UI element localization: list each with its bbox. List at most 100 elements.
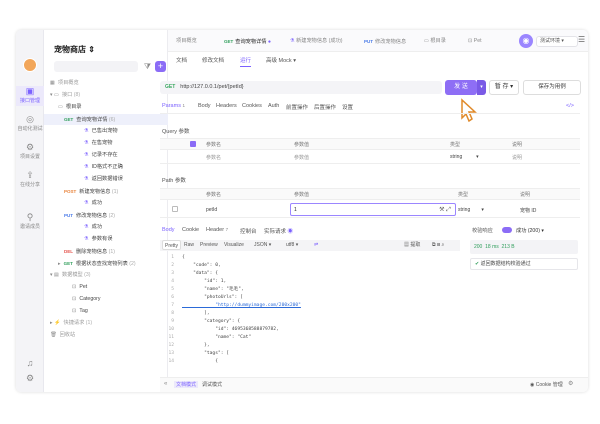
tab-resp-console[interactable]: 控制台 <box>240 227 257 235</box>
tab-params[interactable]: Params 1 <box>162 103 185 109</box>
sidebar-item-api[interactable]: DEL 删除宠物信息 (1) <box>44 246 168 257</box>
project-title[interactable]: 宠物商店 ⇕ <box>54 44 95 55</box>
query-select-all-checkbox[interactable] <box>190 141 196 147</box>
sidebar-item-model[interactable]: ⊡ Pet <box>44 282 168 293</box>
debug-mode-button[interactable]: 调试模式 <box>202 381 222 388</box>
add-button[interactable]: + <box>155 61 166 72</box>
share-icon: ⇪ <box>26 170 34 180</box>
param-name-input[interactable]: 参数名 <box>206 154 221 161</box>
collapse-icon[interactable]: « <box>164 381 167 387</box>
param-desc-input[interactable]: 说明 <box>512 154 522 161</box>
param-type-select[interactable]: string ▾ <box>450 154 479 160</box>
sidebar-item-apis[interactable]: ▾ ▭ 接口 (8) <box>44 90 168 101</box>
tab-put-pet[interactable]: PUT 修改宠物信息 <box>364 36 406 47</box>
tab-doc[interactable]: 文档 <box>176 56 187 64</box>
code-line[interactable]: "http://dummyimage.com/200x200" <box>182 302 301 310</box>
tab-cookies[interactable]: Cookies <box>242 103 262 109</box>
url-input[interactable]: GET http://127.0.0.1/pet/{petId} <box>160 81 442 94</box>
sidebar-item-case[interactable]: ⚗ 参数有误 <box>44 234 168 245</box>
sidebar-item-case[interactable]: ⚗ 记录不存在 <box>44 150 168 161</box>
env-icon[interactable]: ◉ <box>519 34 533 48</box>
tab-pre-ops[interactable]: 前置操作 <box>286 103 308 111</box>
wrap-icon[interactable]: ⇌ <box>312 240 320 250</box>
avatar[interactable] <box>23 58 37 72</box>
filter-icon[interactable]: ⧩ <box>142 61 153 72</box>
json-select[interactable]: JSON ▾ <box>252 240 273 250</box>
format-pretty[interactable]: Pretty <box>162 240 182 250</box>
tab-post-ops[interactable]: 后置操作 <box>314 103 336 111</box>
sidebar-item-root[interactable]: ▭ 根目录 <box>44 102 168 113</box>
check-icon: ✔ <box>475 261 480 267</box>
doc-mode-button[interactable]: 文档模式 <box>174 381 199 388</box>
tab-auth[interactable]: Auth <box>268 103 279 109</box>
sidebar-item-case[interactable]: ⚗ 成功 <box>44 222 168 233</box>
sidebar-item-api[interactable]: POST 新建宠物信息 (1) <box>44 186 168 197</box>
save-button[interactable]: 暂 存 ▾ <box>489 80 519 95</box>
sidebar-item-models[interactable]: ▾ ▤ 数据模型 (3) <box>44 270 168 281</box>
sidebar-item-case[interactable]: ⚗ 在售宠物 <box>44 138 168 149</box>
validate-status[interactable]: 成功 (200) ▾ <box>516 227 544 234</box>
param-value-input[interactable]: 参数值 <box>294 154 309 161</box>
response-code[interactable]: 1{ 2 "code": 0, 3 "data": { 4 "id": 1, 5… <box>160 254 460 374</box>
sidebar: 宠物商店 ⇕ ⧩ + ▦ 项目概览 ▾ ▭ 接口 (8) ▭ 根目录 GET 查询宠物详… <box>44 30 168 392</box>
format-raw[interactable]: Raw <box>182 240 196 250</box>
rail-item-invite[interactable]: ⚲ 邀请成员 <box>16 212 44 232</box>
tab-resp-header[interactable]: Header 7 <box>206 227 228 233</box>
col-value: 参数值 <box>294 142 310 148</box>
sidebar-item-case[interactable]: ⚗ 已售出宠物 <box>44 126 168 137</box>
sidebar-item-quick[interactable]: ▸ ⚡ 快捷请求 (1) <box>44 318 168 329</box>
rail-item-share[interactable]: ⇪ 在线分享 <box>16 170 44 190</box>
magic-icon[interactable]: ⚒ ⤢ <box>439 206 451 214</box>
tab-edit-doc[interactable]: 修改文档 <box>202 56 224 64</box>
rail-item-test[interactable]: ◎ 自动化测试 <box>16 114 44 134</box>
tab-mock[interactable]: 高级 Mock ▾ <box>266 56 296 64</box>
path-row-checkbox[interactable] <box>172 206 178 212</box>
tab-resp-actual[interactable]: 实际请求 ◉ <box>264 227 293 235</box>
sidebar-item-model[interactable]: ⊡ Category <box>44 294 168 305</box>
validate-toggle[interactable] <box>502 227 512 233</box>
tab-root[interactable]: ▭ 根目录 <box>424 36 446 47</box>
send-options-button[interactable]: ▾ <box>477 80 486 95</box>
path-desc-input[interactable]: 宠物 ID <box>520 207 536 214</box>
tab-resp-cookie[interactable]: Cookie <box>182 227 199 233</box>
path-value-input[interactable]: 1 ⚒ ⤢ <box>290 203 456 216</box>
tab-run[interactable]: 运行 <box>240 56 252 67</box>
search-input[interactable] <box>54 61 138 72</box>
tab-overview[interactable]: 项目概览 <box>176 36 197 47</box>
gear-icon[interactable]: ⚙ <box>16 373 44 385</box>
path-type-select[interactable]: string ▾ <box>458 207 484 213</box>
sidebar-item-api[interactable]: ▸ GET 根据状态查找宠物列表 (2) <box>44 258 168 269</box>
bell-icon[interactable]: ♫ <box>16 358 44 370</box>
settings-icon[interactable]: ⚙ <box>568 380 573 387</box>
tab-body[interactable]: Body <box>198 103 211 109</box>
sidebar-item-api[interactable]: GET 查询宠物详情 (6) <box>44 114 168 125</box>
extract-button[interactable]: ▦ 提取 <box>402 240 422 250</box>
save-as-case-button[interactable]: 保存为用例 <box>523 80 581 95</box>
path-name-input[interactable]: petId <box>206 207 217 213</box>
format-visualize[interactable]: Visualize <box>222 240 246 250</box>
send-button[interactable]: 发 送 <box>445 80 477 95</box>
sidebar-item-overview[interactable]: ▦ 项目概览 <box>44 78 168 89</box>
tab-new-pet[interactable]: ⚗ 新建宠物信息 (成功) <box>290 36 343 47</box>
rail-item-settings[interactable]: ⚙ 项目设置 <box>16 142 44 162</box>
env-select[interactable]: 测试环境 ▾ <box>536 36 578 47</box>
tab-settings[interactable]: 设置 <box>342 103 353 111</box>
menu-icon[interactable]: ☰ <box>578 35 585 44</box>
copy-icon[interactable]: ⧉ ⊟ ⌕ <box>430 240 446 250</box>
sidebar-item-case[interactable]: ⚗ 成功 <box>44 198 168 209</box>
sidebar-item-api[interactable]: PUT 修改宠物信息 (2) <box>44 210 168 221</box>
tab-get-pet[interactable]: GET 查询宠物详情 ● <box>224 36 271 47</box>
response-meta: 200 18 ms 213 B <box>470 240 578 254</box>
tab-pet[interactable]: ⊡ Pet <box>468 36 482 47</box>
tab-headers[interactable]: Headers <box>216 103 237 109</box>
sidebar-item-model[interactable]: ⊡ Tag <box>44 306 168 317</box>
format-preview[interactable]: Preview <box>198 240 220 250</box>
sidebar-item-trash[interactable]: 🗑 回收站 <box>44 330 168 341</box>
code-icon[interactable]: </> <box>566 103 574 109</box>
encoding-select[interactable]: utf8 ▾ <box>284 240 300 250</box>
sidebar-item-case[interactable]: ⚗ 返回数据错误 <box>44 174 168 185</box>
sidebar-item-case[interactable]: ⚗ ID格式不正确 <box>44 162 168 173</box>
cookie-manage-button[interactable]: ◉ Cookie 管理 <box>530 381 563 388</box>
tab-resp-body[interactable]: Body <box>162 227 175 233</box>
rail-item-api[interactable]: ▣ 接口管理 <box>16 86 44 106</box>
